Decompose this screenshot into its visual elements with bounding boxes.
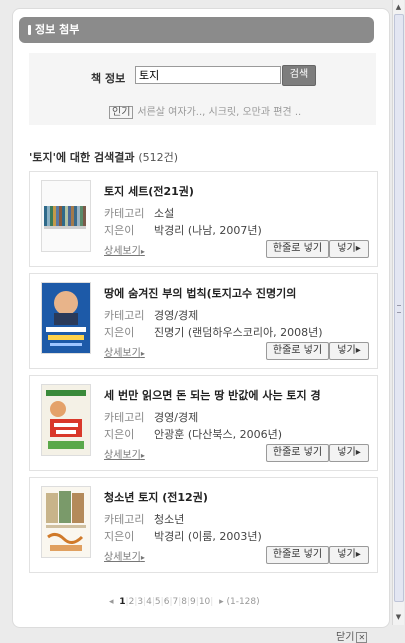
book-category: 카테고리 경영/경제: [104, 309, 199, 322]
book-author: 지은이 안광훈 (다산북스, 2006년): [104, 428, 283, 441]
detail-link[interactable]: 상세보기▸: [104, 344, 145, 359]
header-bar-icon: [28, 25, 31, 35]
scroll-thumb[interactable]: [394, 14, 404, 602]
book-title[interactable]: 땅에 숨겨진 부의 법칙(토지고수 진명기의: [104, 285, 372, 301]
result-card: 토지 세트(전21권) 카테고리 소설 지은이 박경리 (나남, 2007년) 상세…: [29, 171, 378, 267]
popular-tag: 인기: [109, 106, 134, 119]
next-page-icon[interactable]: ▸: [219, 597, 224, 607]
book-cover-image[interactable]: [41, 384, 91, 456]
search-label: 책 정보: [91, 72, 126, 85]
page-total: (1-128): [226, 597, 260, 607]
grip-icon: [397, 305, 401, 313]
add-button[interactable]: 넣기▸: [329, 240, 369, 258]
book-author: 지은이 박경리 (나남, 2007년): [104, 224, 262, 237]
book-title[interactable]: 토지 세트(전21권): [104, 183, 372, 199]
add-line-button[interactable]: 한줄로 넣기: [266, 342, 329, 360]
add-line-button[interactable]: 한줄로 넣기: [266, 546, 329, 564]
add-line-button[interactable]: 한줄로 넣기: [266, 444, 329, 462]
close-icon: ✕: [356, 632, 368, 643]
book-category: 카테고리 경영/경제: [104, 411, 199, 424]
add-button[interactable]: 넣기▸: [329, 546, 369, 564]
scroll-down-icon[interactable]: ▼: [394, 612, 403, 622]
result-card: 세 번만 읽으면 돈 되는 땅 반값에 사는 토지 경 카테고리 경영/경제 지은…: [29, 375, 378, 471]
search-input[interactable]: [135, 66, 281, 84]
result-heading: '토지'에 대한 검색결과 (512건): [29, 149, 178, 165]
book-cover-image[interactable]: [41, 180, 91, 252]
popular-keywords[interactable]: 서른살 여자가.., 시크릿, 오만과 편견 ..: [137, 107, 301, 118]
add-button[interactable]: 넣기▸: [329, 444, 369, 462]
search-box: 책 정보 검색 인기서른살 여자가.., 시크릿, 오만과 편견 ..: [29, 53, 376, 125]
book-cover-image[interactable]: [41, 486, 91, 558]
result-query: '토지'에 대한 검색결과: [29, 151, 135, 164]
scroll-up-icon[interactable]: ▲: [394, 2, 403, 12]
book-title[interactable]: 세 번만 읽으면 돈 되는 땅 반값에 사는 토지 경: [104, 387, 372, 403]
search-button[interactable]: 검색: [282, 65, 316, 86]
prev-page-icon[interactable]: ◂: [109, 597, 114, 607]
vertical-scrollbar[interactable]: ▲ ▼: [392, 0, 404, 625]
popular-searches: 인기 서른살 여자가.., 시크릿, 오만과 편견 ..: [109, 103, 301, 119]
detail-link[interactable]: 상세보기▸: [104, 242, 145, 257]
book-author: 지은이 진명기 (랜덤하우스코리아, 2008년): [104, 326, 323, 339]
book-cover-image[interactable]: [41, 282, 91, 354]
book-category: 카테고리 청소년: [104, 513, 185, 526]
attach-info-panel: 정보 첨부 책 정보 검색 인기서른살 여자가.., 시크릿, 오만과 편견 .…: [12, 8, 390, 628]
book-title[interactable]: 청소년 토지 (전12권): [104, 489, 372, 505]
panel-title: 정보 첨부: [35, 23, 80, 36]
add-line-button[interactable]: 한줄로 넣기: [266, 240, 329, 258]
detail-link[interactable]: 상세보기▸: [104, 548, 145, 563]
close-button[interactable]: 닫기 ✕: [336, 628, 368, 643]
page-link[interactable]: 10: [199, 597, 210, 607]
book-category: 카테고리 소설: [104, 207, 175, 220]
result-count: (512건): [138, 151, 179, 164]
pagination: ◂ 1|2|3|4|5|6|7|8|9|10| ▸ (1-128): [109, 597, 260, 607]
result-card: 땅에 숨겨진 부의 법칙(토지고수 진명기의 카테고리 경영/경제 지은이 진명기 …: [29, 273, 378, 369]
add-button[interactable]: 넣기▸: [329, 342, 369, 360]
result-card: 청소년 토지 (전12권) 카테고리 청소년 지은이 박경리 (이룸, 2003년)…: [29, 477, 378, 573]
book-author: 지은이 박경리 (이룸, 2003년): [104, 530, 262, 543]
panel-header: 정보 첨부: [19, 17, 374, 43]
detail-link[interactable]: 상세보기▸: [104, 446, 145, 461]
